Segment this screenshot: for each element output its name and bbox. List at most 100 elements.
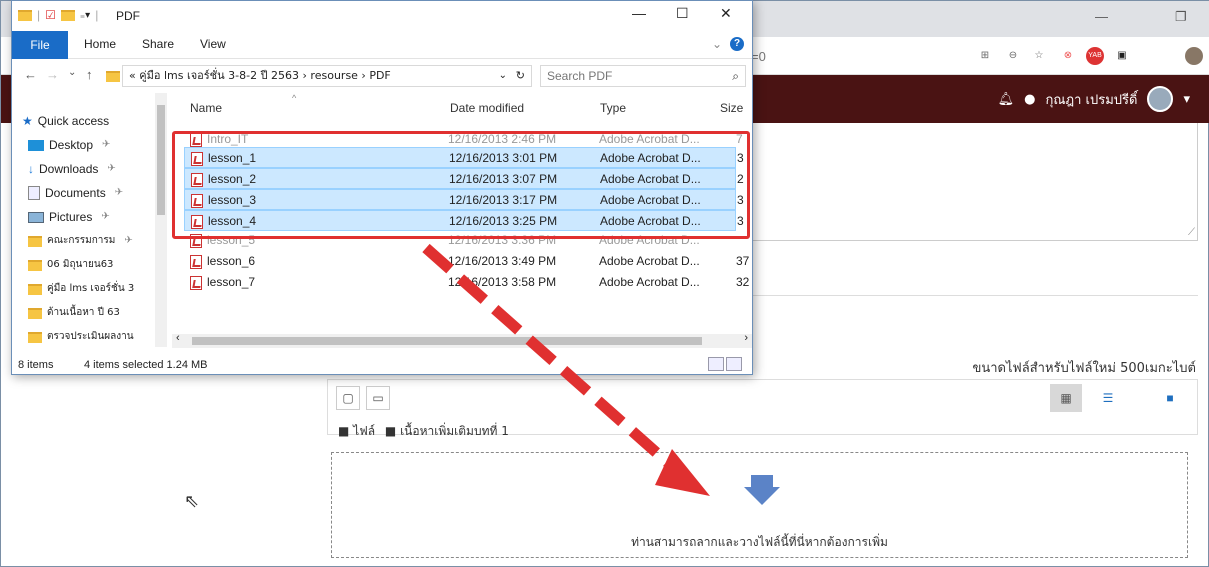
large-icons-view-icon[interactable]: [726, 357, 742, 371]
back-icon[interactable]: ←: [24, 67, 37, 82]
address-text[interactable]: =0: [751, 49, 766, 64]
scroll-thumb[interactable]: [192, 337, 702, 345]
documents-icon: [28, 186, 40, 200]
nav-item-folder[interactable]: ตรวจประเมินผลงาน: [28, 327, 134, 347]
file-explorer-window: | ☑ ₌▾ | PDF — ☐ ✕ File Home Share View …: [11, 0, 753, 375]
minimize-icon[interactable]: —: [632, 5, 646, 21]
user-name[interactable]: กุณฎา เปรมปรีดิ์: [1045, 89, 1137, 110]
desktop-icon: [28, 139, 44, 151]
pdf-file-icon: [190, 233, 202, 248]
list-view-icon[interactable]: ☰: [1092, 384, 1124, 412]
nav-item-quick-access[interactable]: ★ Quick access: [22, 111, 109, 131]
properties-icon[interactable]: ☑: [45, 8, 56, 22]
folder-icon: [28, 235, 42, 247]
nav-item-folder[interactable]: ด้านเนื้อหา ปี 63: [28, 303, 120, 323]
folder-icon: [28, 307, 42, 319]
breadcrumb-item[interactable]: เนื้อหาเพิ่มเติมบทที่ 1: [400, 424, 509, 438]
up-icon[interactable]: ↑: [86, 67, 93, 82]
restore-icon[interactable]: ❐: [1175, 9, 1187, 25]
nav-item-pictures[interactable]: Pictures ✈: [28, 207, 110, 227]
pdf-file-icon: [191, 151, 203, 166]
file-drop-zone[interactable]: ท่านสามารถลากและวางไฟล์นี้ที่นี่หากต้องก…: [331, 452, 1188, 558]
extension-icon[interactable]: ⊗: [1059, 47, 1077, 65]
caret-down-icon[interactable]: ▾: [1183, 92, 1190, 107]
download-icon: ↓: [28, 162, 34, 176]
profile-avatar-icon[interactable]: [1185, 47, 1203, 65]
help-icon[interactable]: ?: [730, 37, 744, 51]
customize-dropdown-icon[interactable]: ₌▾: [80, 10, 90, 21]
refresh-icon[interactable]: ↻: [516, 66, 525, 86]
tab-home[interactable]: Home: [84, 37, 116, 51]
user-menu[interactable]: 🔔︎ ● กุณฎา เปรมปรีดิ์ ▾: [998, 75, 1190, 123]
nav-item-folder[interactable]: 06 มิถุนายน63: [28, 255, 113, 275]
pin-icon: ✈: [101, 211, 110, 222]
pdf-file-icon: [190, 254, 202, 269]
search-input[interactable]: Search PDF ⌕: [540, 65, 746, 87]
create-folder-icon[interactable]: ▭: [366, 386, 390, 410]
recent-locations-icon[interactable]: ⌄: [68, 67, 76, 78]
file-row[interactable]: lesson_6 12/16/2013 3:49 PM Adobe Acroba…: [184, 251, 749, 272]
new-folder-icon[interactable]: [60, 9, 75, 21]
folder-icon: ■: [338, 424, 350, 438]
file-row-selected[interactable]: lesson_2 12/16/2013 3:07 PM Adobe Acroba…: [184, 168, 744, 189]
minimize-icon[interactable]: —: [1095, 9, 1108, 24]
max-file-size-note: ขนาดไฟล์สำหรับไฟล์ใหม่ 500เมกะไบต์: [972, 361, 1196, 376]
nav-item-folder[interactable]: คณะกรรมการม ✈: [28, 231, 133, 251]
tree-view-icon[interactable]: ■: [1154, 384, 1186, 412]
square-extension-icon[interactable]: ▣: [1113, 47, 1131, 65]
pin-icon: ✈: [124, 235, 133, 246]
bell-icon[interactable]: 🔔︎: [998, 92, 1015, 107]
nav-item-downloads[interactable]: ↓ Downloads ✈: [28, 159, 116, 179]
folder-icon: [18, 9, 32, 21]
horizontal-scrollbar[interactable]: ‹ ›: [172, 332, 752, 348]
zoom-icon[interactable]: ⊖: [1004, 47, 1022, 65]
pictures-icon: [28, 211, 44, 223]
address-row: ← → ⌄ ↑ « คู่มือ lms เจอร์ชั่น 3-8-2 ปี …: [12, 59, 752, 91]
resize-handle-icon[interactable]: ⟋: [1188, 227, 1195, 238]
column-date[interactable]: Date modified: [450, 101, 524, 115]
close-icon[interactable]: ✕: [720, 5, 732, 22]
file-row[interactable]: lesson_7 12/16/2013 3:58 PM Adobe Acroba…: [184, 272, 749, 293]
nav-item-desktop[interactable]: Desktop ✈: [28, 135, 110, 155]
details-view-icon[interactable]: [708, 357, 724, 371]
file-row[interactable]: lesson_5 12/16/2013 3:36 PM Adobe Acroba…: [184, 230, 736, 251]
nav-item-folder[interactable]: คู่มือ lms เจอร์ชั่น 3: [28, 279, 134, 299]
nav-item-documents[interactable]: Documents ✈: [28, 183, 123, 203]
nav-scrollbar[interactable]: [155, 93, 167, 347]
path-text[interactable]: « คู่มือ lms เจอร์ชั่น 3-8-2 ปี 2563 › r…: [129, 69, 391, 82]
yab-extension-icon[interactable]: YAB: [1086, 47, 1104, 65]
pin-icon: ✈: [107, 163, 116, 174]
forward-icon[interactable]: →: [46, 67, 59, 82]
chat-icon[interactable]: ●: [1024, 92, 1035, 107]
scroll-right-icon[interactable]: ›: [744, 332, 748, 344]
search-icon[interactable]: ⌕: [732, 66, 739, 86]
dropdown-icon[interactable]: ⌄: [499, 66, 507, 86]
scroll-left-icon[interactable]: ‹: [176, 332, 180, 344]
pin-icon: ✈: [102, 139, 111, 150]
maximize-icon[interactable]: ☐: [676, 5, 689, 22]
explorer-title-bar: | ☑ ₌▾ | PDF — ☐ ✕: [12, 1, 752, 31]
grid-view-icon[interactable]: ▦: [1050, 384, 1082, 412]
pdf-file-icon: [191, 193, 203, 208]
folder-icon: [28, 283, 42, 295]
tab-view[interactable]: View: [200, 37, 226, 51]
quick-access-toolbar: | ☑ ₌▾ |: [18, 8, 98, 22]
column-name[interactable]: Name: [190, 101, 222, 115]
tab-share[interactable]: Share: [142, 37, 174, 51]
ribbon-expand-icon[interactable]: ⌄: [712, 37, 722, 51]
file-row-selected[interactable]: lesson_3 12/16/2013 3:17 PM Adobe Acroba…: [184, 189, 744, 210]
breadcrumb-item[interactable]: ไฟล์: [353, 424, 375, 438]
file-row-selected[interactable]: lesson_4 12/16/2013 3:25 PM Adobe Acroba…: [184, 210, 744, 231]
pdf-file-icon: [191, 172, 203, 187]
avatar[interactable]: [1147, 86, 1174, 112]
scroll-thumb[interactable]: [157, 105, 165, 215]
path-breadcrumb[interactable]: « คู่มือ lms เจอร์ชั่น 3-8-2 ปี 2563 › r…: [122, 65, 532, 87]
add-file-icon[interactable]: ▢: [336, 386, 360, 410]
tab-file[interactable]: File: [12, 31, 68, 59]
column-type[interactable]: Type: [600, 101, 626, 115]
folder-icon: ■: [384, 424, 397, 438]
file-row-selected[interactable]: lesson_1 12/16/2013 3:01 PM Adobe Acroba…: [184, 147, 744, 168]
star-bookmark-icon[interactable]: ☆: [1030, 47, 1048, 65]
column-size[interactable]: Size: [720, 101, 743, 115]
translate-icon[interactable]: ⊞: [976, 47, 994, 65]
